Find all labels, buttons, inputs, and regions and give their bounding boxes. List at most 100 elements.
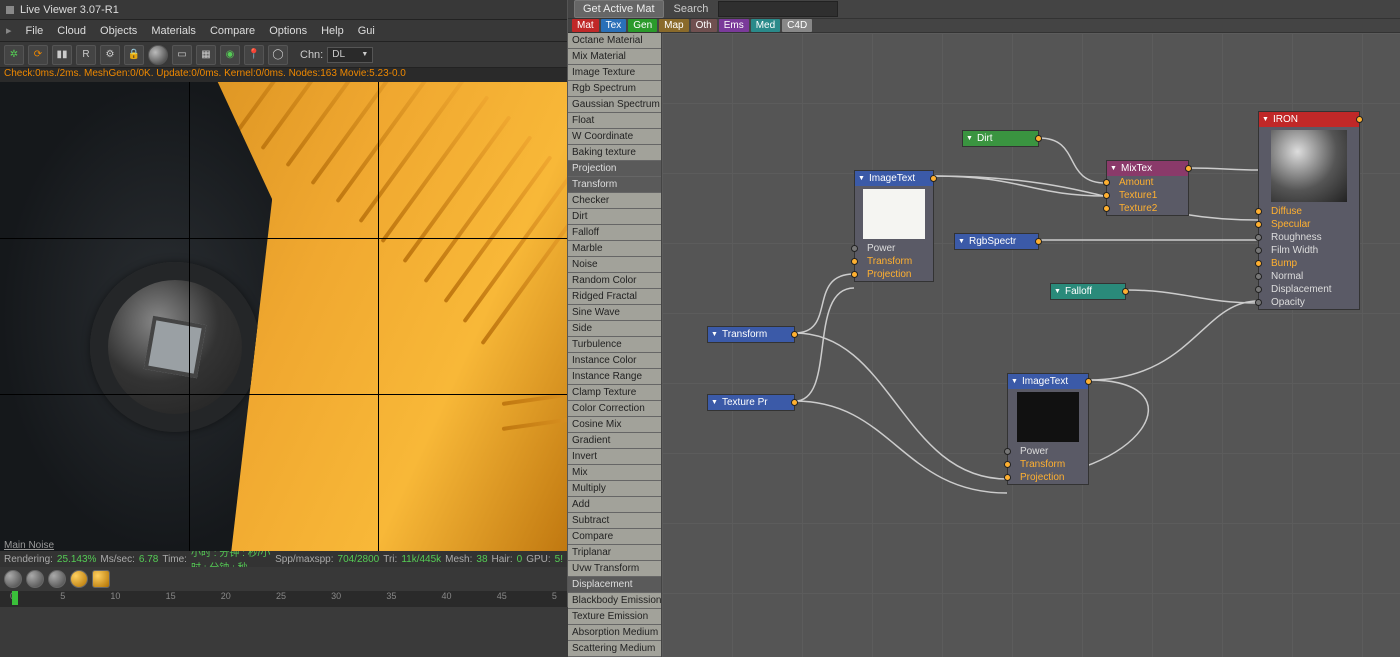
palette-item[interactable]: Gaussian Spectrum [568, 97, 661, 113]
node-imagetexture-1[interactable]: ImageText Power Transform Projection [854, 170, 934, 282]
node-header[interactable]: MixTex [1107, 161, 1188, 176]
palette-item[interactable]: Uvw Transform [568, 561, 661, 577]
node-dirt[interactable]: Dirt [962, 130, 1039, 147]
palette-item[interactable]: Absorption Medium [568, 625, 661, 641]
palette-item[interactable]: Ridged Fractal [568, 289, 661, 305]
palette-item[interactable]: Float [568, 113, 661, 129]
sphere-icon[interactable] [148, 45, 168, 65]
node-header[interactable]: ImageText [855, 171, 933, 186]
menu-compare[interactable]: Compare [210, 25, 255, 37]
port-out[interactable] [1085, 378, 1092, 385]
disclosure-icon[interactable]: ▸ [6, 24, 12, 37]
render-icon[interactable]: ✲ [4, 45, 24, 65]
menu-help[interactable]: Help [321, 25, 344, 37]
port-bump[interactable]: Bump [1259, 257, 1359, 270]
node-header[interactable]: Transform [708, 327, 794, 342]
node-header[interactable]: Texture Pr [708, 395, 794, 410]
palette-item[interactable]: Triplanar [568, 545, 661, 561]
port-out[interactable] [1035, 135, 1042, 142]
menu-objects[interactable]: Objects [100, 25, 137, 37]
pin-icon[interactable]: 📍 [244, 45, 264, 65]
palette-item[interactable]: Dirt [568, 209, 661, 225]
palette-item[interactable]: Compare [568, 529, 661, 545]
palette-item[interactable]: Checker [568, 193, 661, 209]
get-active-mat-button[interactable]: Get Active Mat [574, 0, 664, 18]
node-header[interactable]: ImageText [1008, 374, 1088, 389]
port-out[interactable] [930, 175, 937, 182]
palette-item[interactable]: Clamp Texture [568, 385, 661, 401]
filter-tag-gen[interactable]: Gen [628, 19, 657, 32]
palette-item[interactable]: Marble [568, 241, 661, 257]
timeline-playhead[interactable] [12, 591, 18, 605]
port-power[interactable]: Power [855, 242, 933, 255]
filter-tag-map[interactable]: Map [659, 19, 688, 32]
palette-item[interactable]: Mix [568, 465, 661, 481]
node-header[interactable]: IRON [1259, 112, 1359, 127]
port-filmwidth[interactable]: Film Width [1259, 244, 1359, 257]
palette-item[interactable]: Instance Color [568, 353, 661, 369]
palette-item[interactable]: Displacement [568, 577, 661, 593]
palette-item[interactable]: Scattering Medium [568, 641, 661, 657]
node-rgbspectrum[interactable]: RgbSpectr [954, 233, 1039, 250]
palette-item[interactable]: Image Texture [568, 65, 661, 81]
node-transform[interactable]: Transform [707, 326, 795, 343]
filter-tag-tex[interactable]: Tex [601, 19, 627, 32]
port-power[interactable]: Power [1008, 445, 1088, 458]
node-header[interactable]: Falloff [1051, 284, 1125, 299]
port-texture1[interactable]: Texture1 [1107, 189, 1188, 202]
port-out[interactable] [1035, 238, 1042, 245]
palette-item[interactable]: W Coordinate [568, 129, 661, 145]
palette-item[interactable]: Noise [568, 257, 661, 273]
port-out[interactable] [1185, 165, 1192, 172]
palette-item[interactable]: Falloff [568, 225, 661, 241]
filter-tag-oth[interactable]: Oth [691, 19, 717, 32]
mat-thumb[interactable] [70, 570, 88, 588]
filter-tag-med[interactable]: Med [751, 19, 780, 32]
node-texture-projection[interactable]: Texture Pr [707, 394, 795, 411]
marker-icon[interactable]: ◯ [268, 45, 288, 65]
port-transform[interactable]: Transform [1008, 458, 1088, 471]
lock-icon[interactable]: 🔒 [124, 45, 144, 65]
port-projection[interactable]: Projection [1008, 471, 1088, 484]
port-opacity[interactable]: Opacity [1259, 296, 1359, 309]
palette-item[interactable]: Add [568, 497, 661, 513]
menu-materials[interactable]: Materials [151, 25, 196, 37]
mat-thumb[interactable] [48, 570, 66, 588]
port-normal[interactable]: Normal [1259, 270, 1359, 283]
palette-item[interactable]: Sine Wave [568, 305, 661, 321]
palette-item[interactable]: Projection [568, 161, 661, 177]
palette-item[interactable]: Invert [568, 449, 661, 465]
port-out[interactable] [791, 331, 798, 338]
grid-icon[interactable]: ▦ [196, 45, 216, 65]
node-iron[interactable]: IRON Diffuse Specular Roughness Film Wid… [1258, 111, 1360, 310]
palette-item[interactable]: Cosine Mix [568, 417, 661, 433]
menu-cloud[interactable]: Cloud [57, 25, 86, 37]
pause-icon[interactable]: ▮▮ [52, 45, 72, 65]
viewport-label[interactable]: Main Noise [4, 540, 54, 551]
palette-item[interactable]: Turbulence [568, 337, 661, 353]
node-palette[interactable]: Octane MaterialMix MaterialImage Texture… [568, 33, 662, 657]
search-input[interactable] [718, 1, 838, 17]
filter-tag-mat[interactable]: Mat [572, 19, 599, 32]
palette-item[interactable]: Random Color [568, 273, 661, 289]
timeline[interactable]: 0 5 10 15 20 25 30 35 40 45 5 [0, 591, 567, 607]
region-icon[interactable]: R [76, 45, 96, 65]
palette-item[interactable]: Side [568, 321, 661, 337]
mat-thumb[interactable] [26, 570, 44, 588]
palette-item[interactable]: Texture Emission [568, 609, 661, 625]
node-header[interactable]: Dirt [963, 131, 1038, 146]
menu-file[interactable]: File [26, 25, 44, 37]
palette-item[interactable]: Baking texture [568, 145, 661, 161]
menu-options[interactable]: Options [269, 25, 307, 37]
palette-item[interactable]: Instance Range [568, 369, 661, 385]
port-out[interactable] [1356, 116, 1363, 123]
render-viewport[interactable]: Main Noise [0, 82, 567, 551]
palette-item[interactable]: Transform [568, 177, 661, 193]
port-texture2[interactable]: Texture2 [1107, 202, 1188, 215]
node-header[interactable]: RgbSpectr [955, 234, 1038, 249]
filter-tag-c4d[interactable]: C4D [782, 19, 812, 32]
port-diffuse[interactable]: Diffuse [1259, 205, 1359, 218]
palette-item[interactable]: Gradient [568, 433, 661, 449]
node-mixtex[interactable]: MixTex Amount Texture1 Texture2 [1106, 160, 1189, 216]
palette-item[interactable]: Color Correction [568, 401, 661, 417]
